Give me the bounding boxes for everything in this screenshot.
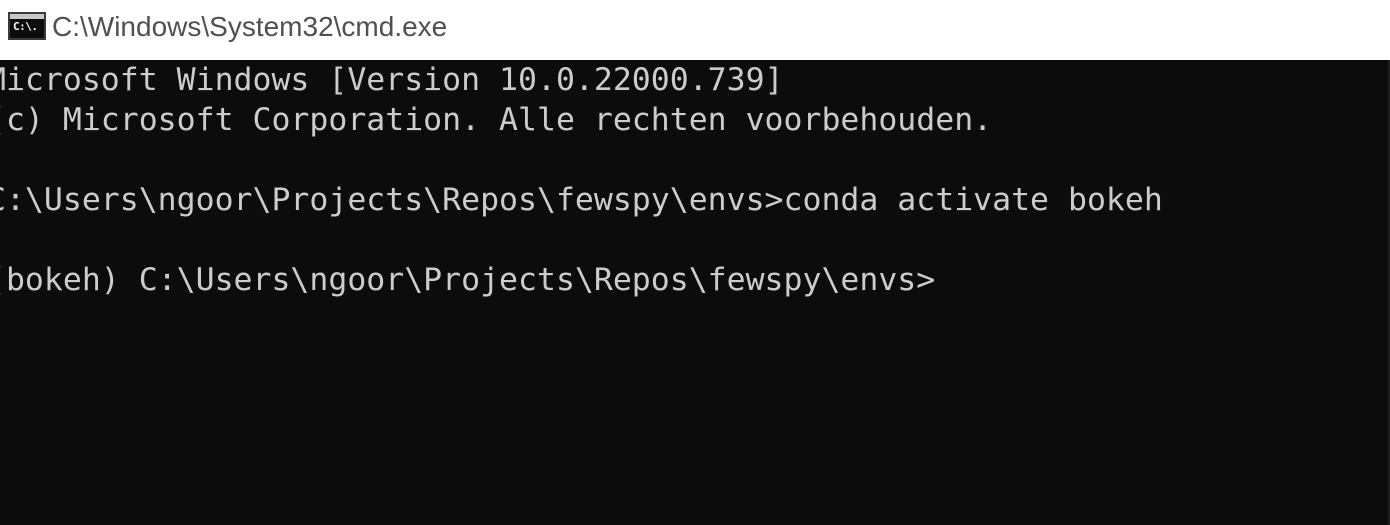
- console-line: C:\Users\ngoor\Projects\Repos\fewspy\env…: [0, 182, 1163, 218]
- console-prompt-line[interactable]: (bokeh) C:\Users\ngoor\Projects\Repos\fe…: [0, 260, 935, 300]
- console-line: (c) Microsoft Corporation. Alle rechten …: [0, 102, 993, 138]
- cmd-icon-glyph: C:\.: [13, 20, 38, 33]
- cmd-icon-bar: [10, 14, 44, 19]
- cmd-icon[interactable]: C:\.: [8, 12, 46, 40]
- cmd-window: C:\. C:\Windows\System32\cmd.exe Microso…: [0, 0, 1390, 525]
- window-title: C:\Windows\System32\cmd.exe: [52, 11, 448, 42]
- console-line: Microsoft Windows [Version 10.0.22000.73…: [0, 62, 784, 98]
- title-bar[interactable]: C:\. C:\Windows\System32\cmd.exe: [0, 0, 1390, 60]
- console-output[interactable]: Microsoft Windows [Version 10.0.22000.73…: [0, 60, 1390, 525]
